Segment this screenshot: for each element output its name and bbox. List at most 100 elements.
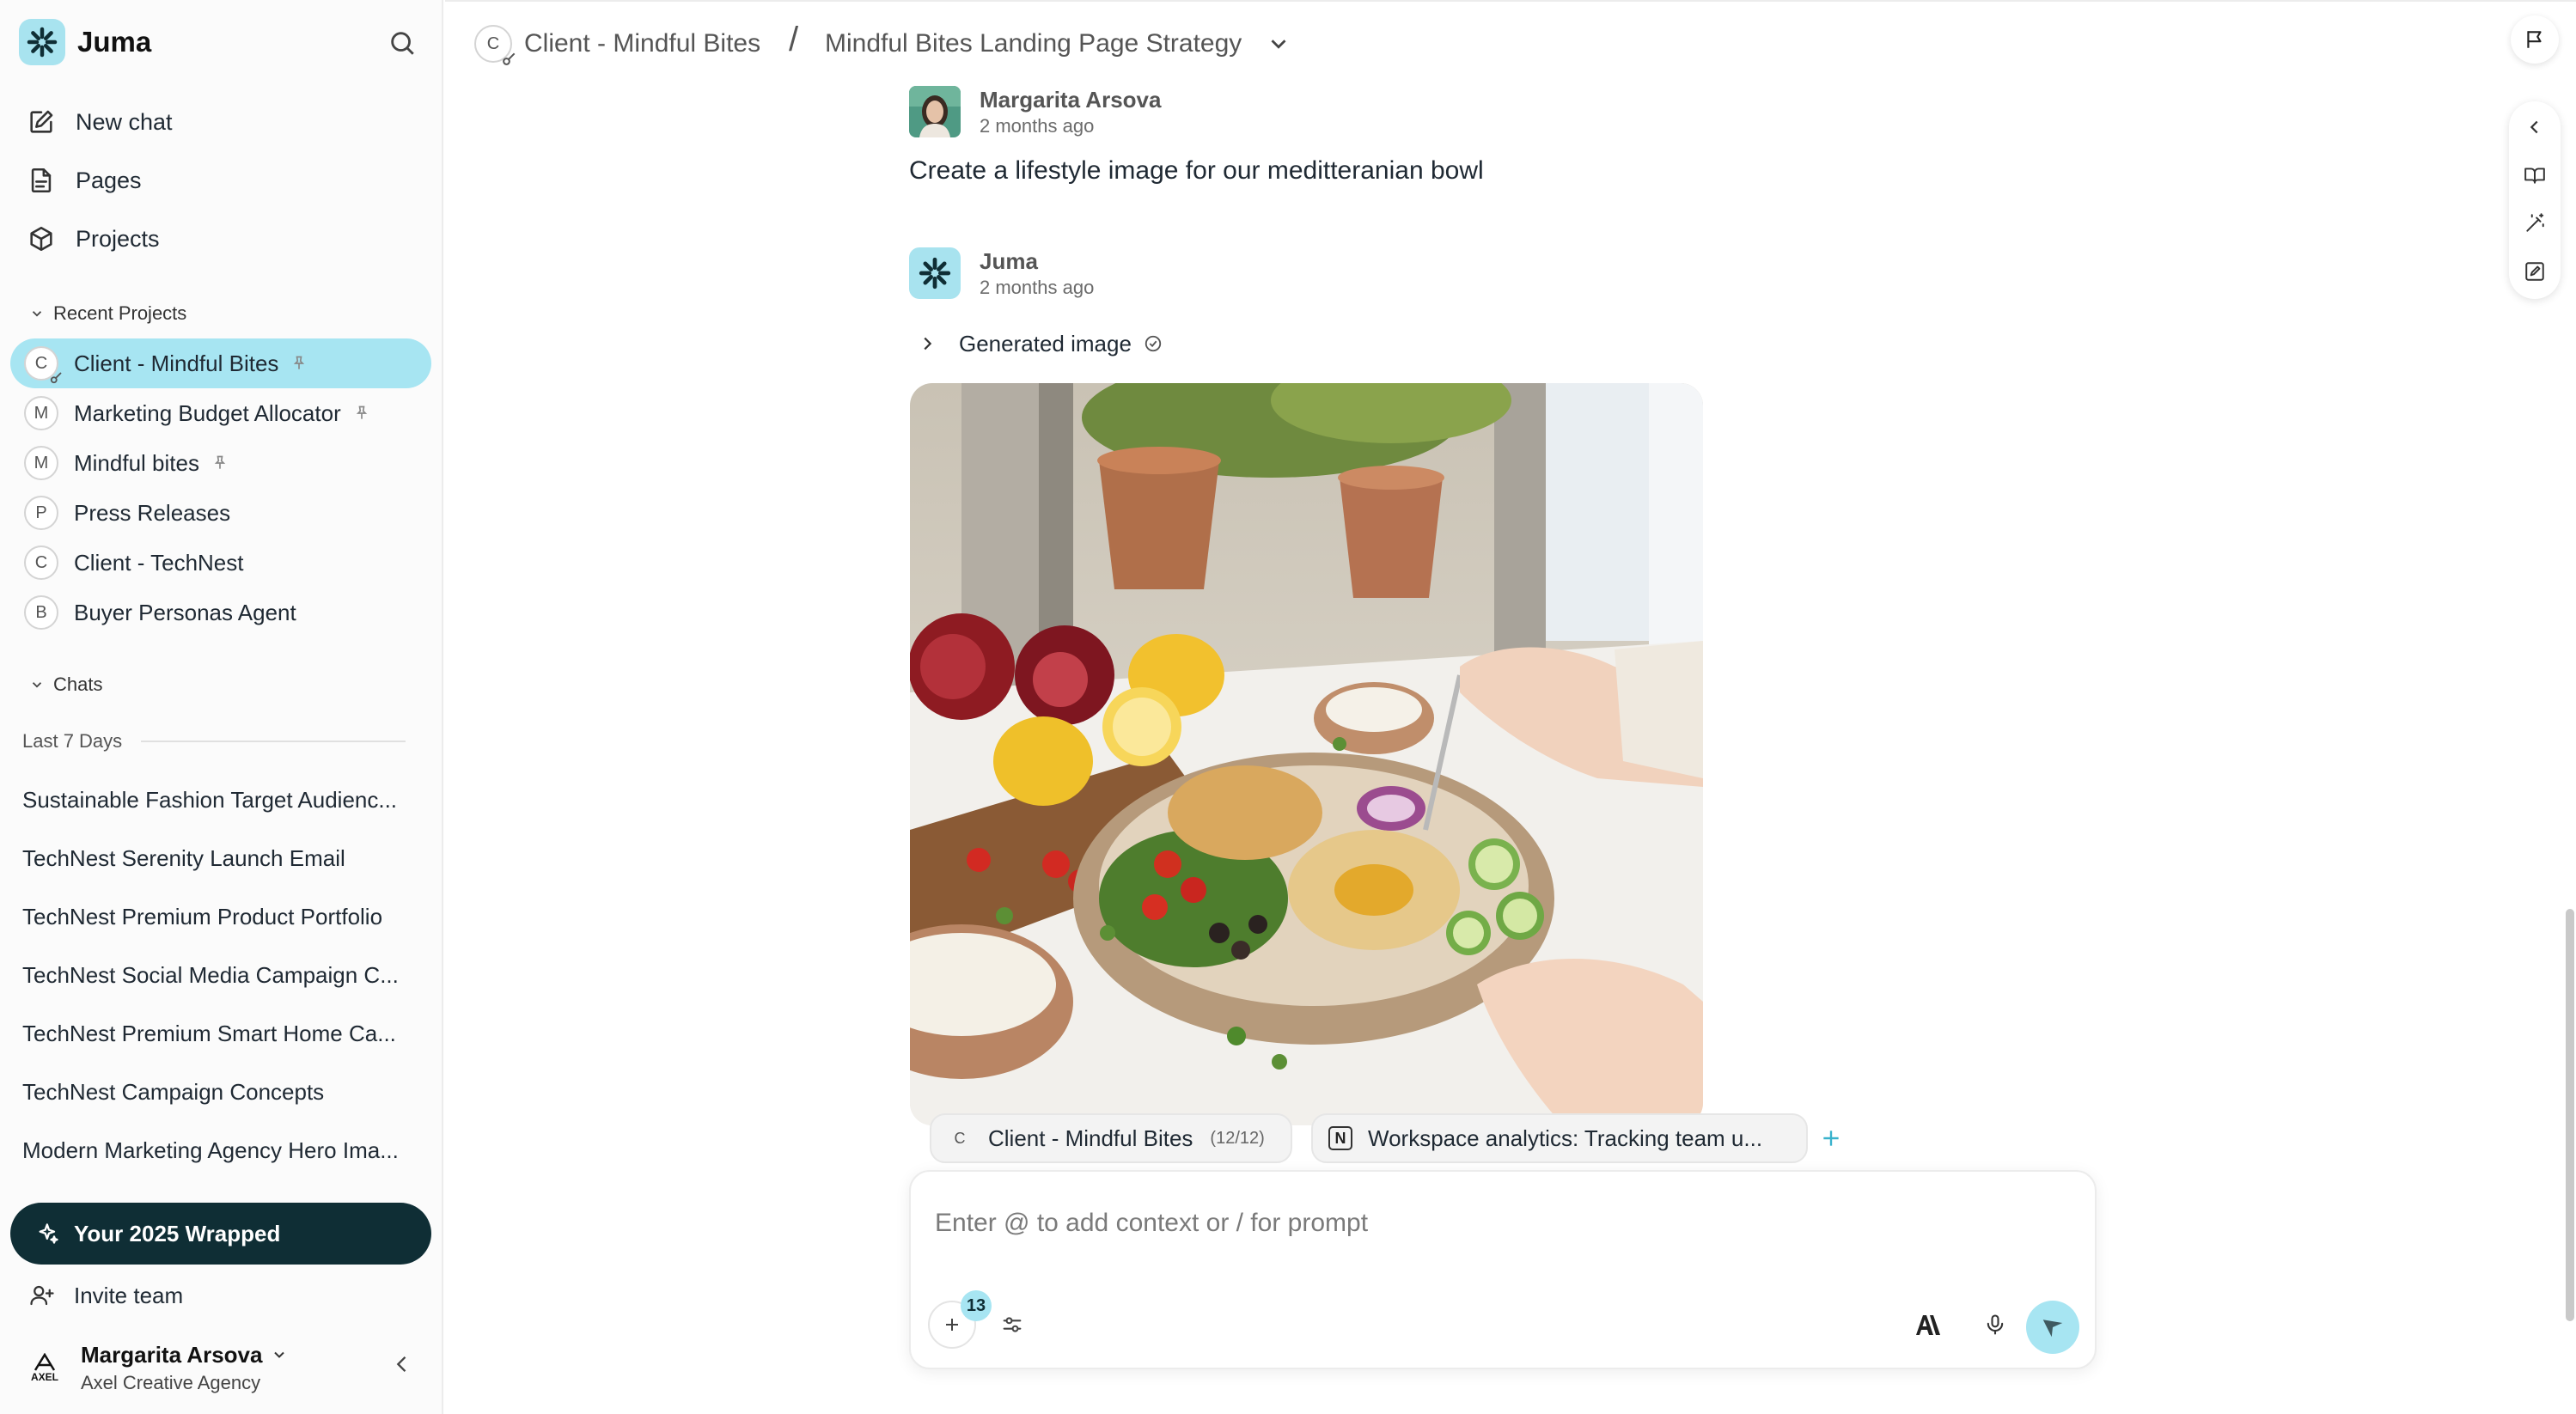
avatar: AXEL bbox=[26, 1349, 64, 1387]
recent-projects-title: Recent Projects bbox=[53, 302, 187, 324]
wrapped-label: Your 2025 Wrapped bbox=[74, 1220, 281, 1246]
project-avatar: M bbox=[24, 396, 58, 430]
plus-icon bbox=[1823, 1131, 1839, 1146]
context-chip-notion[interactable]: N Workspace analytics: Tracking team u..… bbox=[1311, 1113, 1808, 1163]
microphone-icon bbox=[1987, 1314, 2004, 1335]
chat-title: Mindful Bites Landing Page Strategy bbox=[825, 29, 1242, 58]
nav-pages[interactable]: Pages bbox=[24, 158, 142, 203]
add-context-button[interactable] bbox=[1815, 1122, 1847, 1155]
brand-name: Juma bbox=[77, 26, 152, 58]
prompt-input[interactable] bbox=[935, 1206, 2052, 1240]
breadcrumb-chat[interactable]: Mindful Bites Landing Page Strategy bbox=[825, 24, 1291, 64]
edit-icon bbox=[24, 105, 58, 139]
magic-wand-icon bbox=[2526, 213, 2544, 232]
brand[interactable]: Juma bbox=[19, 19, 151, 65]
library-button[interactable] bbox=[2518, 158, 2552, 192]
chevron-right-icon bbox=[918, 334, 937, 353]
flag-icon bbox=[2527, 31, 2542, 48]
notion-icon: N bbox=[1328, 1126, 1352, 1150]
avatar-text: AXEL bbox=[30, 1371, 58, 1383]
breadcrumb-project-label: Client - Mindful Bites bbox=[524, 29, 761, 58]
link-icon bbox=[503, 52, 516, 65]
chat-item[interactable]: TechNest Campaign Concepts bbox=[22, 1072, 414, 1112]
project-item-mindful-bites[interactable]: M Mindful bites bbox=[10, 438, 431, 488]
nav-new-chat[interactable]: New chat bbox=[24, 100, 173, 144]
project-label: Marketing Budget Allocator bbox=[74, 399, 341, 426]
recent-projects-toggle[interactable]: Recent Projects bbox=[29, 299, 186, 328]
project-label: Buyer Personas Agent bbox=[74, 599, 296, 625]
assistant-message-header: Juma 2 months ago bbox=[909, 247, 1094, 301]
message-time: 2 months ago bbox=[980, 277, 1095, 298]
collapse-panel-button[interactable] bbox=[2518, 110, 2552, 144]
chats-title: Chats bbox=[53, 673, 103, 695]
message-author: Margarita Arsova bbox=[980, 87, 1162, 113]
generated-image-label: Generated image bbox=[959, 330, 1132, 357]
context-chip-project[interactable]: C Client - Mindful Bites (12/12) bbox=[930, 1113, 1292, 1163]
user-name: Margarita Arsova bbox=[81, 1341, 263, 1368]
report-button[interactable] bbox=[2511, 15, 2559, 64]
nav-projects[interactable]: Projects bbox=[24, 216, 160, 261]
invite-team-label: Invite team bbox=[74, 1282, 184, 1308]
juma-avatar-icon bbox=[909, 247, 961, 299]
chat-item[interactable]: TechNest Serenity Launch Email bbox=[22, 838, 414, 878]
chevron-down-icon bbox=[29, 677, 45, 692]
link-icon bbox=[50, 372, 62, 384]
sparkle-icon bbox=[36, 1222, 60, 1246]
chat-item[interactable]: TechNest Premium Smart Home Ca... bbox=[22, 1014, 414, 1053]
chats-group-header: Last 7 Days bbox=[22, 727, 406, 756]
send-button[interactable] bbox=[2026, 1301, 2079, 1354]
search-icon bbox=[391, 32, 414, 55]
chat-item[interactable]: Modern Marketing Agency Hero Ima... bbox=[22, 1131, 414, 1170]
context-chip-count: (12/12) bbox=[1210, 1128, 1265, 1148]
search-button[interactable] bbox=[383, 24, 421, 62]
chats-toggle[interactable]: Chats bbox=[29, 670, 102, 699]
wrapped-button[interactable]: Your 2025 Wrapped bbox=[10, 1203, 431, 1265]
settings-button[interactable] bbox=[988, 1301, 1036, 1349]
user-message-text: Create a lifestyle image for our meditte… bbox=[909, 156, 1484, 185]
pin-icon[interactable] bbox=[290, 355, 308, 372]
message-time: 2 months ago bbox=[980, 115, 1095, 137]
chat-item[interactable]: TechNest Social Media Campaign C... bbox=[22, 955, 414, 995]
add-attachment-button[interactable]: 13 bbox=[928, 1290, 992, 1349]
breadcrumb-separator: / bbox=[789, 21, 799, 58]
chat-item[interactable]: TechNest Premium Product Portfolio bbox=[22, 897, 414, 936]
check-circle-icon bbox=[1144, 334, 1163, 353]
edit-page-button[interactable] bbox=[2518, 254, 2552, 289]
project-item-client-mindful-bites[interactable]: C Client - Mindful Bites bbox=[10, 338, 431, 388]
project-item-marketing-budget-allocator[interactable]: M Marketing Budget Allocator bbox=[10, 388, 431, 438]
magic-wand-button[interactable] bbox=[2518, 206, 2552, 241]
project-avatar: P bbox=[24, 496, 58, 530]
project-avatar: B bbox=[24, 595, 58, 630]
generated-image-toggle[interactable]: Generated image bbox=[909, 326, 1163, 361]
scrollbar-thumb[interactable] bbox=[2566, 909, 2574, 1321]
axel-logo-icon bbox=[34, 1353, 56, 1371]
sidebar: Juma New chat Pages Projects Recent Proj… bbox=[0, 0, 443, 1414]
chevron-down-icon[interactable] bbox=[1266, 31, 1291, 57]
book-icon bbox=[2524, 168, 2545, 184]
collapse-sidebar-button[interactable] bbox=[383, 1345, 421, 1383]
model-selector-button[interactable] bbox=[1904, 1301, 1952, 1349]
project-item-press-releases[interactable]: P Press Releases bbox=[10, 488, 431, 538]
send-icon bbox=[2042, 1320, 2063, 1338]
pin-icon[interactable] bbox=[211, 454, 229, 472]
project-avatar: C bbox=[24, 346, 62, 384]
breadcrumb-project[interactable]: C Client - Mindful Bites bbox=[474, 24, 761, 65]
generated-image[interactable] bbox=[910, 383, 1703, 1125]
project-avatar: C bbox=[474, 25, 516, 65]
project-item-client-technest[interactable]: C Client - TechNest bbox=[10, 538, 431, 588]
project-label: Client - TechNest bbox=[74, 549, 244, 576]
sliders-icon bbox=[1003, 1317, 1022, 1332]
project-avatar: C bbox=[954, 1129, 966, 1147]
invite-team-button[interactable]: Invite team bbox=[29, 1275, 183, 1316]
chevron-down-icon bbox=[274, 1351, 285, 1358]
project-item-buyer-personas-agent[interactable]: B Buyer Personas Agent bbox=[10, 588, 431, 637]
voice-input-button[interactable] bbox=[1971, 1301, 2019, 1349]
chat-item[interactable]: Sustainable Fashion Target Audienc... bbox=[22, 780, 414, 820]
nav-pages-label: Pages bbox=[76, 167, 142, 193]
chat-header: C Client - Mindful Bites / Mindful Bites… bbox=[445, 0, 2576, 82]
user-menu[interactable]: AXEL Margarita Arsova Axel Creative Agen… bbox=[26, 1337, 288, 1399]
edit-square-icon bbox=[2525, 262, 2544, 281]
context-chip-label: Client - Mindful Bites bbox=[988, 1124, 1193, 1151]
nav-projects-label: Projects bbox=[76, 225, 160, 252]
pin-icon[interactable] bbox=[353, 405, 370, 422]
